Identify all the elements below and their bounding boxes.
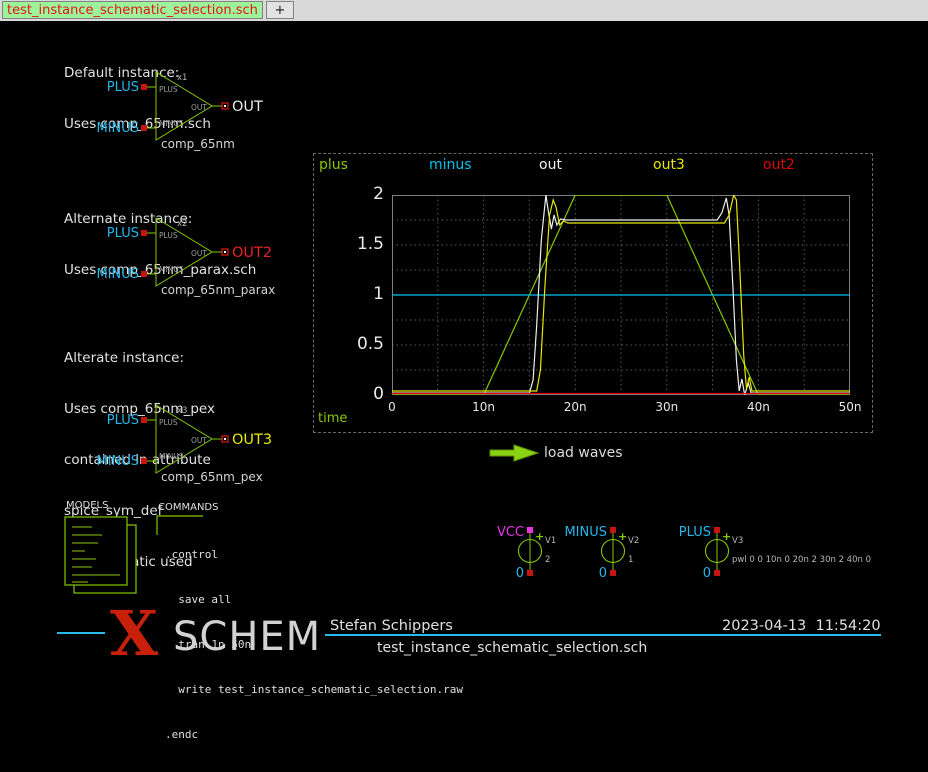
waveform-graph[interactable]: plus minus out out3 out2 2 1.5 1 0.5 0 0… (313, 153, 873, 433)
plus-sign: + (722, 530, 731, 543)
tab-active-label: test_instance_schematic_selection.sch (7, 3, 258, 18)
net-label-plus: PLUS (107, 413, 139, 428)
x-tick: 30n (655, 400, 678, 414)
legend-minus[interactable]: minus (429, 157, 472, 173)
legend-out[interactable]: out (539, 157, 562, 173)
pin-bottom (610, 570, 616, 576)
datetime-text: 2023-04-13 11:54:20 (722, 618, 881, 634)
x-axis-label: time (318, 411, 347, 426)
pin-plus (141, 230, 147, 236)
source-ref: V2 (628, 536, 639, 546)
pin-bottom (527, 570, 533, 576)
x-tick: 50n (839, 400, 862, 414)
tab-active[interactable]: test_instance_schematic_selection.sch (2, 1, 263, 19)
new-tab-button[interactable]: + (266, 1, 294, 19)
models-icon[interactable] (62, 511, 142, 601)
net-label-out: OUT (232, 99, 263, 115)
legend-out3[interactable]: out3 (653, 157, 685, 173)
plus-sign: + (535, 530, 544, 543)
pin-label-minus: MINUS (159, 119, 184, 128)
net-label-minus: MINUS (96, 454, 139, 469)
comparator-x2[interactable]: PLUS MINUS x2 PLUS MINUS OUT OUT2 comp_6… (95, 210, 295, 302)
instance-ref: x1 (177, 73, 187, 83)
pin-out-center (224, 105, 226, 107)
y-tick: 1.5 (314, 234, 384, 254)
logo-line (57, 632, 105, 634)
source-ref: V3 (732, 536, 743, 546)
source-value: 1 (628, 555, 633, 565)
legend-plus[interactable]: plus (319, 157, 348, 173)
pin-label-plus: PLUS (159, 418, 178, 427)
net-label-minus: MINUS (96, 121, 139, 136)
gnd-label: 0 (703, 566, 711, 581)
launcher-arrow-icon (490, 445, 538, 461)
plus-sign: + (618, 530, 627, 543)
net-label: PLUS (679, 525, 711, 540)
instance-ref: x2 (177, 219, 187, 229)
net-label: VCC (497, 525, 524, 540)
pin-plus (141, 84, 147, 90)
symbol-name: comp_65nm_pex (161, 470, 263, 484)
titleblock-line (325, 634, 881, 636)
pin-plus (141, 417, 147, 423)
instance-ref: x3 (177, 406, 187, 416)
pin-out-center (224, 251, 226, 253)
net-label-plus: PLUS (107, 80, 139, 95)
y-tick: 0 (314, 384, 384, 404)
vsource-v3[interactable]: + PLUS V3 pwl 0 0 10n 0 20n 2 30n 2 40n … (682, 522, 882, 582)
pin-label-plus: PLUS (159, 231, 178, 240)
source-value: pwl 0 0 10n 0 20n 2 30n 2 40n 0 (732, 555, 871, 565)
y-tick: 1 (314, 284, 384, 304)
plus-icon: + (274, 3, 285, 18)
net-label-minus: MINUS (96, 267, 139, 282)
pin-label-minus: MINUS (159, 265, 184, 274)
symbol-name: comp_65nm_parax (161, 283, 275, 297)
author-text: Stefan Schippers (330, 618, 453, 634)
y-tick: 2 (314, 184, 384, 204)
x-tick: 20n (564, 400, 587, 414)
net-label-plus: PLUS (107, 226, 139, 241)
net-label-out: OUT2 (232, 245, 272, 261)
pin-label-minus: MINUS (159, 452, 184, 461)
symbol-name: comp_65nm (161, 137, 235, 151)
comparator-x1[interactable]: PLUS MINUS x1 PLUS MINUS OUT OUT comp_65… (95, 64, 295, 156)
pin-out-center (224, 438, 226, 440)
x-tick: 0 (388, 400, 396, 414)
pin-label-out: OUT (191, 249, 207, 258)
pin-minus (141, 458, 147, 464)
sheet-title: test_instance_schematic_selection.sch (377, 640, 647, 656)
models-label: MODELS (66, 500, 108, 511)
net-label-out: OUT3 (232, 432, 272, 448)
gnd-label: 0 (516, 566, 524, 581)
source-value: 2 (545, 555, 550, 565)
xschem-logo-x: X (110, 603, 158, 665)
pin-bottom (714, 570, 720, 576)
net-label: MINUS (564, 525, 607, 540)
pin-label-out: OUT (191, 103, 207, 112)
xschem-logo-text: SCHEM (173, 617, 321, 657)
pin-label-plus: PLUS (159, 85, 178, 94)
pin-label-out: OUT (191, 436, 207, 445)
pin-minus (141, 125, 147, 131)
load-waves-launcher[interactable] (488, 443, 542, 463)
y-tick: 0.5 (314, 334, 384, 354)
gnd-label: 0 (599, 566, 607, 581)
legend-out2[interactable]: out2 (763, 157, 795, 173)
load-waves-label[interactable]: load waves (544, 445, 623, 461)
x-tick: 10n (472, 400, 495, 414)
tab-bar: test_instance_schematic_selection.sch + (0, 0, 928, 21)
source-ref: V1 (545, 536, 556, 546)
comparator-x3[interactable]: PLUS MINUS x3 PLUS MINUS OUT OUT3 comp_6… (95, 397, 295, 489)
x-tick: 40n (747, 400, 770, 414)
pin-top (527, 527, 533, 533)
schematic-canvas[interactable]: Default instance: Uses comp_65nm.sch Alt… (0, 21, 928, 665)
plot-area[interactable] (392, 195, 850, 395)
pin-top (714, 527, 720, 533)
commands-label: COMMANDS (158, 502, 218, 513)
pin-minus (141, 271, 147, 277)
pin-top (610, 527, 616, 533)
